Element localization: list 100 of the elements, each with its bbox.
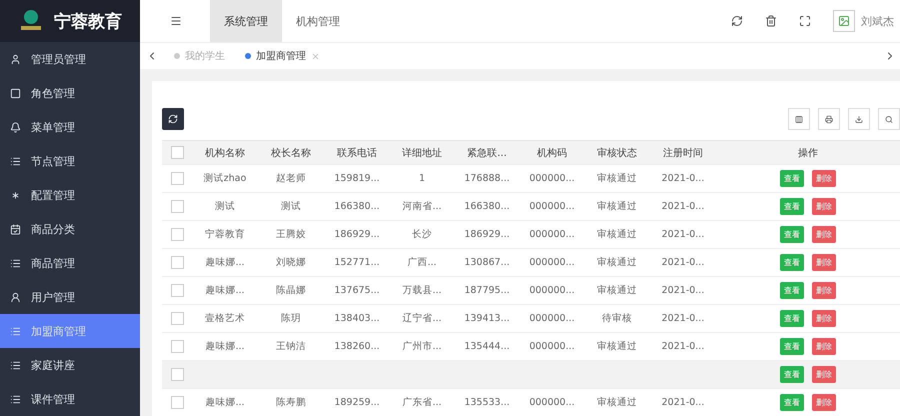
view-button[interactable]: 查看 <box>780 226 804 243</box>
sidebar-item[interactable]: 商品管理 <box>0 246 140 280</box>
sidebar-item[interactable]: 加盟商管理 <box>0 314 140 348</box>
sidebar-item[interactable]: 用户管理 <box>0 280 140 314</box>
table-cell-text: 000000... <box>528 285 576 296</box>
user-icon <box>10 54 21 64</box>
square-icon <box>10 88 21 98</box>
table-cell-text: 2021-0... <box>660 173 706 184</box>
brand-name: 宁蓉教育 <box>54 10 122 32</box>
column-header: 联系电话 <box>336 146 378 160</box>
table-cell-text: 187795... <box>463 285 511 296</box>
table-cell-text: 000000... <box>528 201 576 212</box>
delete-button[interactable]: 删除 <box>812 338 836 355</box>
checkbox[interactable] <box>171 172 184 185</box>
view-button[interactable]: 查看 <box>780 198 804 215</box>
view-button[interactable]: 查看 <box>780 170 804 187</box>
table-cell-text: 刘晓娜 <box>275 256 307 269</box>
table-cell-text: 审核通过 <box>596 396 638 409</box>
column-header: 机构名称 <box>204 146 246 160</box>
table-cell-text: 2021-0... <box>660 341 706 352</box>
checkbox[interactable] <box>171 312 184 325</box>
table-cell-text: 审核通过 <box>596 284 638 297</box>
calendar-icon <box>10 224 21 234</box>
view-button[interactable]: 查看 <box>780 366 804 383</box>
table-cell-text: 138260... <box>333 341 381 352</box>
checkbox[interactable] <box>171 228 184 241</box>
table-cell-text: 审核通过 <box>596 172 638 185</box>
table-cell-text: 审核通过 <box>596 228 638 241</box>
view-button[interactable]: 查看 <box>780 310 804 327</box>
view-button[interactable]: 查看 <box>780 338 804 355</box>
fullscreen-icon[interactable] <box>799 15 811 27</box>
table-cell-text: 2021-0... <box>660 229 706 240</box>
table-cell-text: 河南省... <box>401 200 443 213</box>
delete-button[interactable]: 删除 <box>812 170 836 187</box>
export-button[interactable] <box>848 108 870 130</box>
list-icon <box>10 394 21 404</box>
table-cell-text: 2021-0... <box>660 257 706 268</box>
table-cell-text: 137675... <box>333 285 381 296</box>
delete-button[interactable]: 删除 <box>812 394 836 411</box>
table-cell-text: 广西... <box>406 256 438 269</box>
checkbox[interactable] <box>171 200 184 213</box>
table-cell-text: 审核通过 <box>596 340 638 353</box>
search-button[interactable] <box>878 108 900 130</box>
sidebar-item[interactable]: 菜单管理 <box>0 110 140 144</box>
delete-button[interactable]: 删除 <box>812 254 836 271</box>
refresh-icon[interactable] <box>731 15 743 27</box>
table-cell-text: 138403... <box>333 313 381 324</box>
delete-button[interactable]: 删除 <box>812 310 836 327</box>
user-name[interactable]: 刘斌杰 <box>855 14 900 28</box>
print-button[interactable] <box>818 108 840 130</box>
page-tab[interactable]: 我的学生 <box>164 43 235 69</box>
sidebar-item[interactable]: 家庭讲座 <box>0 348 140 382</box>
table-cell-text: 2021-0... <box>660 201 706 212</box>
table-cell-text: 王腾姣 <box>275 228 307 241</box>
delete-button[interactable]: 删除 <box>812 198 836 215</box>
refresh-button[interactable] <box>162 108 184 130</box>
table-cell-text: 趣味娜... <box>204 396 246 409</box>
list-icon <box>10 326 21 336</box>
sidebar-item[interactable]: 角色管理 <box>0 76 140 110</box>
avatar-placeholder[interactable] <box>833 10 855 32</box>
top-tab[interactable]: 机构管理 <box>282 0 354 42</box>
trash-icon[interactable] <box>765 15 777 27</box>
checkbox[interactable] <box>171 396 184 409</box>
sidebar-item[interactable]: 课件管理 <box>0 382 140 416</box>
table-cell-text: 万载县... <box>401 284 443 297</box>
delete-button[interactable]: 删除 <box>812 366 836 383</box>
sidebar-item[interactable]: 管理员管理 <box>0 42 140 76</box>
checkbox[interactable] <box>171 146 184 159</box>
sidebar-item[interactable]: 商品分类 <box>0 212 140 246</box>
delete-button[interactable]: 删除 <box>812 282 836 299</box>
table-cell-text: 陈寿鹏 <box>275 396 307 409</box>
delete-button[interactable]: 删除 <box>812 226 836 243</box>
table-cell-text: 139413... <box>463 313 511 324</box>
table-cell-text: 000000... <box>528 397 576 408</box>
table-cell-text: 176888... <box>463 173 511 184</box>
image-icon <box>838 15 850 27</box>
refresh-icon <box>168 114 178 124</box>
column-header: 机构码 <box>536 146 568 160</box>
view-button[interactable]: 查看 <box>780 282 804 299</box>
checkbox[interactable] <box>171 340 184 353</box>
sidebar-item[interactable]: 节点管理 <box>0 144 140 178</box>
sidebar-item[interactable]: 配置管理 <box>0 178 140 212</box>
column-header: 审核状态 <box>596 146 638 160</box>
columns-button[interactable] <box>788 108 810 130</box>
view-button[interactable]: 查看 <box>780 254 804 271</box>
close-icon[interactable] <box>311 52 320 60</box>
table-cell-text: 186929... <box>463 229 511 240</box>
table-cell-text: 壹格艺术 <box>204 312 246 325</box>
menu-icon[interactable] <box>170 15 182 27</box>
view-button[interactable]: 查看 <box>780 394 804 411</box>
table-cell-text: 宁蓉教育 <box>204 228 246 241</box>
checkbox[interactable] <box>171 284 184 297</box>
table-cell-text: 测试zhao <box>202 172 248 185</box>
table-cell-text: 趣味娜... <box>204 340 246 353</box>
table-cell-text: 000000... <box>528 341 576 352</box>
checkbox[interactable] <box>171 256 184 269</box>
top-tab[interactable]: 系统管理 <box>210 0 282 42</box>
table-cell-text: 陈玥 <box>280 312 302 325</box>
checkbox[interactable] <box>171 368 184 381</box>
page-tab[interactable]: 加盟商管理 <box>235 43 330 69</box>
